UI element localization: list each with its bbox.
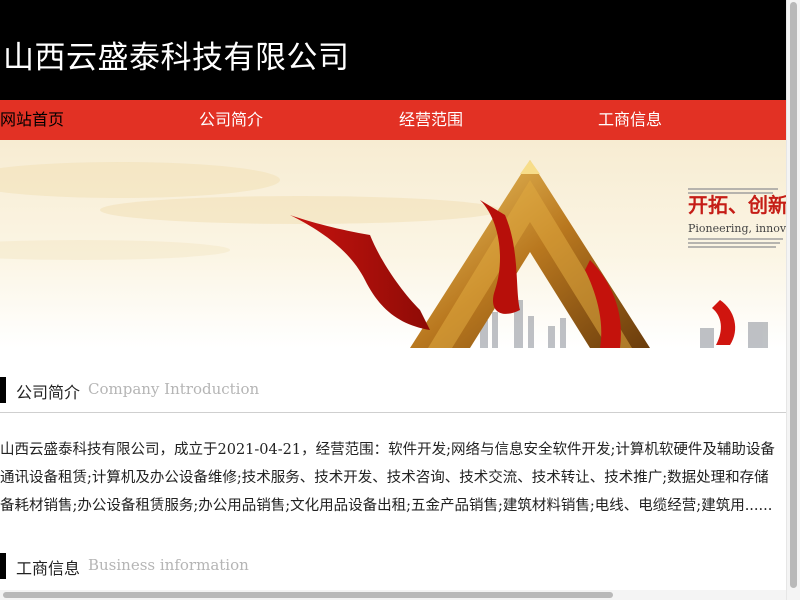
- section-divider: [0, 412, 786, 413]
- hero-banner: 开拓、创新 Pioneering, innovat: [0, 140, 786, 348]
- intro-line: 备耗材销售;办公设备租赁服务;办公用品销售;文化用品设备出租;五金产品销售;建筑…: [0, 498, 773, 514]
- section-header-business: 工商信息 Business information: [0, 553, 786, 579]
- banner-image: 开拓、创新 Pioneering, innovat: [0, 140, 786, 348]
- company-intro-text: 山西云盛泰科技有限公司，成立于2021-04-21，经营范围：软件开发;网络与信…: [0, 436, 786, 526]
- section-marker: [0, 553, 6, 579]
- section-title: 工商信息: [16, 559, 81, 578]
- horizontal-scrollbar[interactable]: [0, 590, 786, 600]
- nav-item-business-scope[interactable]: 经营范围: [399, 100, 463, 140]
- section-header-intro: 公司简介 Company Introduction: [0, 377, 786, 403]
- intro-line: 山西云盛泰科技有限公司，成立于2021-04-21，经营范围：软件开发;网络与信…: [0, 442, 775, 458]
- nav-item-company-intro[interactable]: 公司简介: [199, 100, 263, 140]
- vertical-scroll-thumb[interactable]: [790, 2, 797, 588]
- page-viewport: 山西云盛泰科技有限公司 网站首页 公司简介 经营范围 工商信息 开拓、创新 Pi…: [0, 0, 786, 590]
- vertical-scrollbar[interactable]: [786, 0, 800, 600]
- nav-item-home[interactable]: 网站首页: [0, 100, 64, 140]
- banner-headline: 开拓、创新: [688, 193, 786, 217]
- horizontal-scroll-thumb[interactable]: [3, 592, 613, 598]
- main-nav: 网站首页 公司简介 经营范围 工商信息: [0, 100, 786, 140]
- site-header: 山西云盛泰科技有限公司: [0, 0, 786, 100]
- section-title: 公司简介: [16, 383, 81, 402]
- section-marker: [0, 377, 6, 403]
- site-title: 山西云盛泰科技有限公司: [3, 40, 350, 76]
- section-subtitle: Company Introduction: [88, 380, 260, 398]
- section-subtitle: Business information: [88, 556, 249, 574]
- nav-item-business-info[interactable]: 工商信息: [598, 100, 662, 140]
- intro-line: 通讯设备租赁;计算机及办公设备维修;技术服务、技术开发、技术咨询、技术交流、技术…: [0, 470, 769, 486]
- banner-subline: Pioneering, innovat: [688, 222, 786, 235]
